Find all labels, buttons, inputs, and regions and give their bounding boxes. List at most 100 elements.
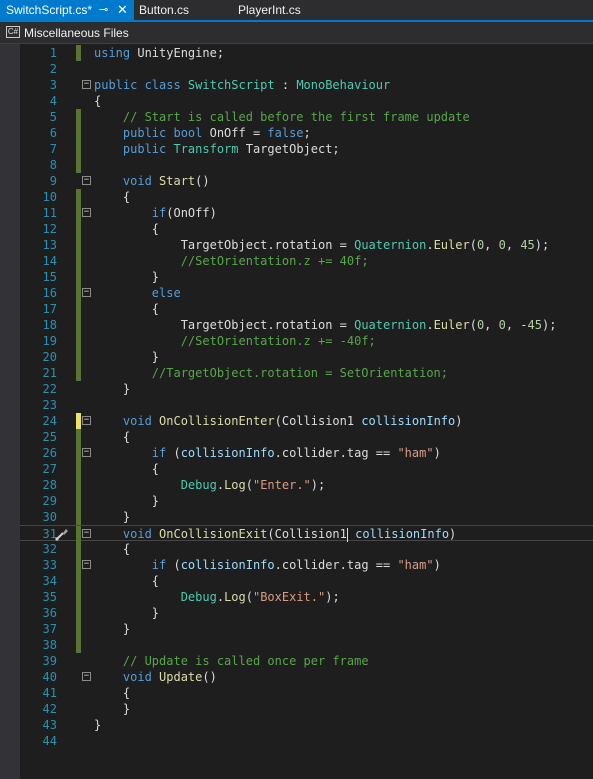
collapse-outline-icon[interactable]: − [82, 176, 91, 185]
code-line[interactable]: 41 { [20, 685, 593, 701]
code-line[interactable]: 38 [20, 637, 593, 653]
code-line[interactable]: 17 { [20, 301, 593, 317]
code-line[interactable]: 39 // Update is called once per frame [20, 653, 593, 669]
code-line[interactable]: 31 − void OnCollisionExit(Collision1 coll… [20, 525, 593, 542]
collapse-outline-icon[interactable]: − [82, 448, 91, 457]
line-number: 14 [42, 254, 57, 268]
code-line[interactable]: 11 − if(OnOff) [20, 205, 593, 221]
code-token: ); [542, 318, 557, 332]
code-line[interactable]: 16 − else [20, 285, 593, 301]
collapse-outline-icon[interactable]: − [82, 288, 91, 297]
collapse-outline-icon[interactable]: − [82, 80, 91, 89]
pin-icon[interactable]: ⊸ [99, 0, 108, 20]
code-line[interactable]: 4{ [20, 93, 593, 109]
close-icon[interactable]: ✕ [117, 0, 128, 20]
code-line[interactable]: 22 } [20, 381, 593, 397]
code-token: using [94, 46, 131, 60]
code-line[interactable]: 14 //SetOrientation.z += 40f; [20, 253, 593, 269]
code-line[interactable]: 21 //TargetObject.rotation = SetOrientat… [20, 365, 593, 381]
saved-change-marker [76, 526, 81, 542]
code-token: if [151, 558, 167, 572]
code-line[interactable]: 44 [20, 733, 593, 749]
code-line[interactable]: 32 { [20, 541, 593, 557]
paintbrush-icon[interactable] [54, 526, 70, 542]
saved-change-marker [76, 189, 81, 205]
collapse-outline-icon[interactable]: − [82, 529, 91, 538]
code-line[interactable]: 18 TargetObject.rotation = Quaternion.Eu… [20, 317, 593, 333]
code-line[interactable]: 8 [20, 157, 593, 173]
code-line[interactable]: 7 public Transform TargetObject; [20, 141, 593, 157]
tab-label: PlayerInt.cs [238, 3, 301, 17]
code-line[interactable]: 42 } [20, 701, 593, 717]
code-token: "BoxExit." [252, 590, 326, 604]
code-line[interactable]: 34 { [20, 573, 593, 589]
code-line[interactable]: 35 Debug.Log("BoxExit."); [20, 589, 593, 605]
line-number: 36 [42, 606, 57, 620]
code-line[interactable]: 20 } [20, 349, 593, 365]
code-token: ; [303, 126, 311, 140]
code-line[interactable]: 15 } [20, 269, 593, 285]
line-number: 2 [49, 62, 57, 76]
tab-button-cs[interactable]: Button.cs [139, 0, 189, 20]
code-token: Quaternion [354, 318, 427, 332]
code-line[interactable]: 12 { [20, 221, 593, 237]
code-line[interactable]: 1 using UnityEngine; [20, 45, 593, 61]
code-editor[interactable]: 1 using UnityEngine; 2 3− public class Switc… [0, 44, 593, 779]
code-token: void [122, 414, 160, 428]
collapse-outline-icon[interactable]: − [82, 208, 91, 217]
collapse-outline-icon[interactable]: − [82, 416, 91, 425]
code-line[interactable]: 26 − if (collisionInfo.collider.tag == "h… [20, 445, 593, 461]
code-line[interactable]: 37 } [20, 621, 593, 637]
code-text: } [94, 349, 159, 365]
collapse-outline-icon[interactable]: − [82, 560, 91, 569]
code-line[interactable]: 30 } [20, 509, 593, 525]
line-number: 32 [42, 542, 57, 556]
line-number: 35 [42, 590, 57, 604]
line-number: 3 [49, 78, 57, 92]
saved-change-marker [76, 253, 81, 269]
code-line[interactable]: 19 //SetOrientation.z += -40f; [20, 333, 593, 349]
code-line[interactable]: 9 − void Start() [20, 173, 593, 189]
line-number: 9 [49, 174, 57, 188]
code-line[interactable]: 25 { [20, 429, 593, 445]
code-line[interactable]: 33 − if (collisionInfo.collider.tag == "h… [20, 557, 593, 573]
code-line[interactable]: 5 // Start is called before the first fr… [20, 109, 593, 125]
line-number: 20 [42, 350, 57, 364]
line-number: 27 [42, 462, 57, 476]
saved-change-marker [76, 605, 81, 621]
code-line[interactable]: 3 − public class SwitchScript : MonoBehavi… [20, 77, 593, 93]
code-token: () [202, 670, 217, 684]
code-token: 45 [527, 318, 542, 332]
code-text: Debug.Log("BoxExit."); [94, 589, 340, 605]
code-text: { [94, 573, 159, 589]
code-token: false [267, 126, 304, 140]
code-token: { [94, 302, 160, 316]
code-line[interactable]: 29 } [20, 493, 593, 509]
tab-switchscript[interactable]: SwitchScript.cs* ⊸ ✕ [0, 0, 134, 20]
code-line[interactable]: 2 [20, 61, 593, 77]
code-token: UnityEngine; [130, 46, 225, 60]
code-line[interactable]: 36 } [20, 605, 593, 621]
code-line[interactable]: 43} [20, 717, 593, 733]
tab-playerint-cs[interactable]: PlayerInt.cs [238, 0, 301, 20]
code-token: public [122, 142, 174, 156]
code-line[interactable]: 40 − void Update() [20, 669, 593, 685]
collapse-outline-icon[interactable]: − [82, 672, 91, 681]
code-line[interactable]: 27 { [20, 461, 593, 477]
code-line[interactable]: 24 − void OnCollisionEnter(Collision1 col… [20, 413, 593, 429]
code-line[interactable]: 10 { [20, 189, 593, 205]
project-dropdown-label: Miscellaneous Files [24, 26, 129, 40]
code-line[interactable]: 6 public bool OnOff = false; [20, 125, 593, 141]
saved-change-marker [76, 429, 81, 445]
code-line[interactable]: 23 [20, 397, 593, 413]
project-dropdown[interactable]: C# Miscellaneous Files [0, 22, 593, 44]
code-line[interactable]: 28 Debug.Log("Enter."); [20, 477, 593, 493]
line-number: 33 [42, 558, 57, 572]
code-token: ) [433, 446, 441, 460]
code-token: "ham" [397, 446, 434, 460]
code-line[interactable]: 13 TargetObject.rotation = Quaternion.Eu… [20, 237, 593, 253]
